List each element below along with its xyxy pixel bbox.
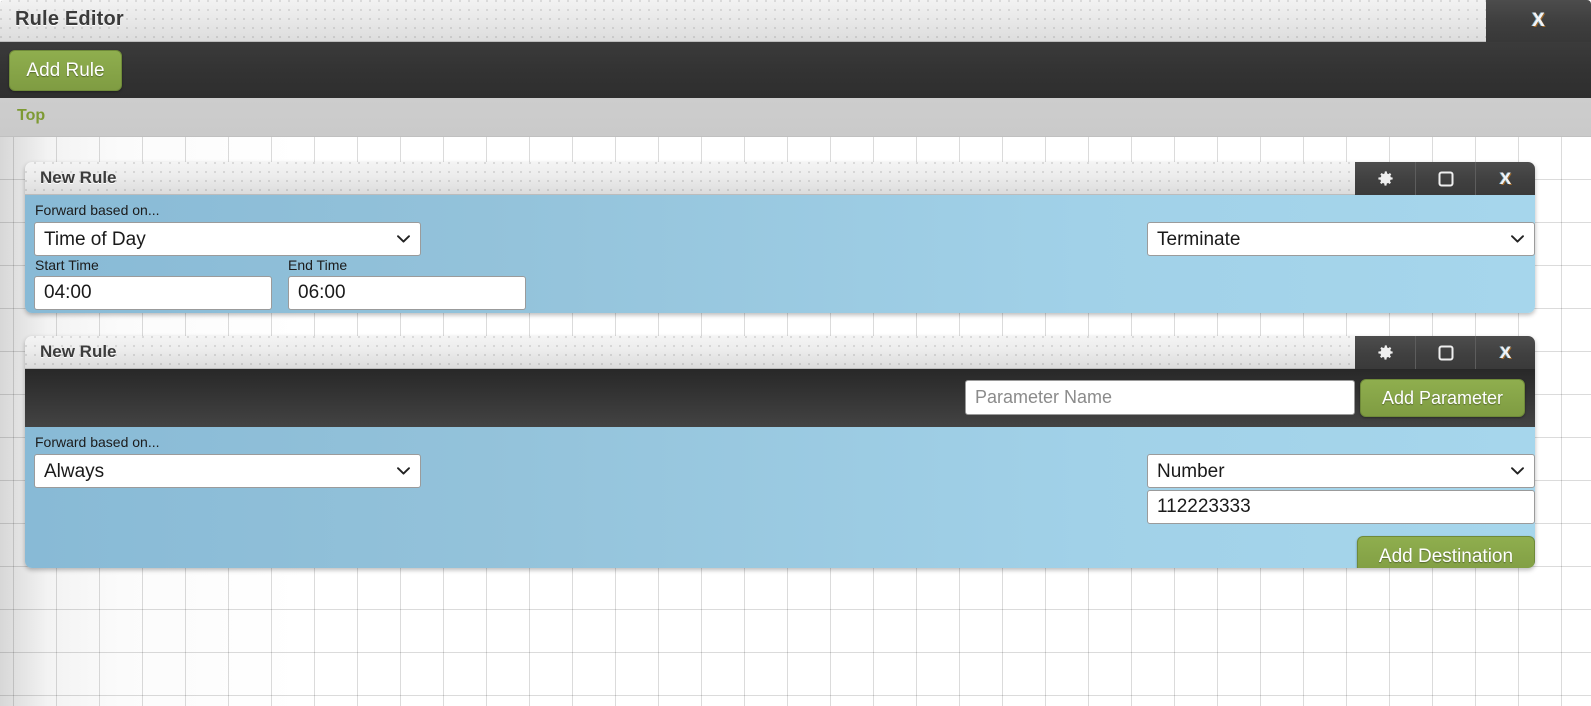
rule-settings-button[interactable] <box>1355 162 1415 195</box>
window-titlebar: Rule Editor X <box>0 0 1591 42</box>
parameter-name-input[interactable] <box>965 380 1355 415</box>
breadcrumb: Top <box>0 98 1591 137</box>
action-select[interactable]: TerminateNumber <box>1147 222 1535 256</box>
rule-titlebar-buttons: X <box>1355 162 1535 195</box>
action-select-wrap: TerminateNumber <box>1147 222 1535 256</box>
rule-maximize-button[interactable] <box>1415 336 1475 369</box>
condition-select[interactable]: AlwaysTime of Day <box>34 454 421 488</box>
rule-panel: New Rule <box>25 336 1535 568</box>
breadcrumb-item-top[interactable]: Top <box>17 107 45 125</box>
main-toolbar: Add Rule <box>0 42 1591 98</box>
rule-titlebar[interactable]: New Rule X <box>25 162 1535 195</box>
close-icon: X <box>1532 10 1545 31</box>
start-time-label: Start Time <box>35 257 99 273</box>
maximize-icon <box>1437 344 1455 362</box>
close-icon: X <box>1499 168 1512 188</box>
page-title: Rule Editor <box>15 8 124 30</box>
close-icon: X <box>1499 342 1512 362</box>
action-select[interactable]: TerminateNumber <box>1147 454 1535 488</box>
rule-close-button[interactable]: X <box>1475 336 1535 369</box>
gear-icon <box>1376 169 1395 188</box>
condition-select-wrap: AlwaysTime of Day <box>34 222 421 256</box>
start-time-input[interactable] <box>34 276 272 310</box>
add-parameter-button[interactable]: Add Parameter <box>1360 379 1525 417</box>
rule-body: Forward based on... AlwaysTime of Day Te… <box>25 427 1535 568</box>
rule-close-button[interactable]: X <box>1475 162 1535 195</box>
forward-based-on-label: Forward based on... <box>35 434 160 450</box>
condition-select-wrap: AlwaysTime of Day <box>34 454 421 488</box>
rule-canvas: New Rule X Forward based on... Time of D… <box>0 137 1591 706</box>
destination-number-input[interactable] <box>1147 490 1535 524</box>
rule-title: New Rule <box>40 168 117 187</box>
parameter-bar: Add Parameter <box>25 369 1535 427</box>
action-select-wrap: TerminateNumber <box>1147 454 1535 488</box>
maximize-icon <box>1437 170 1455 188</box>
rule-settings-button[interactable] <box>1355 336 1415 369</box>
rule-title: New Rule <box>40 342 117 361</box>
window-close-button[interactable]: X <box>1486 0 1591 42</box>
end-time-label: End Time <box>288 257 348 273</box>
gear-icon <box>1376 343 1395 362</box>
rule-panel: New Rule <box>25 162 1535 313</box>
rule-body: Forward based on... AlwaysTime of Day St… <box>25 195 1535 313</box>
add-rule-button[interactable]: Add Rule <box>9 50 122 91</box>
rule-maximize-button[interactable] <box>1415 162 1475 195</box>
rule-titlebar-buttons: X <box>1355 336 1535 369</box>
condition-select[interactable]: AlwaysTime of Day <box>34 222 421 256</box>
rule-titlebar[interactable]: New Rule X <box>25 336 1535 369</box>
end-time-input[interactable] <box>288 276 526 310</box>
add-destination-button[interactable]: Add Destination <box>1357 536 1535 568</box>
forward-based-on-label: Forward based on... <box>35 202 160 218</box>
rule-editor-app: Rule Editor X Add Rule Top New Rule X Fo… <box>0 0 1591 706</box>
